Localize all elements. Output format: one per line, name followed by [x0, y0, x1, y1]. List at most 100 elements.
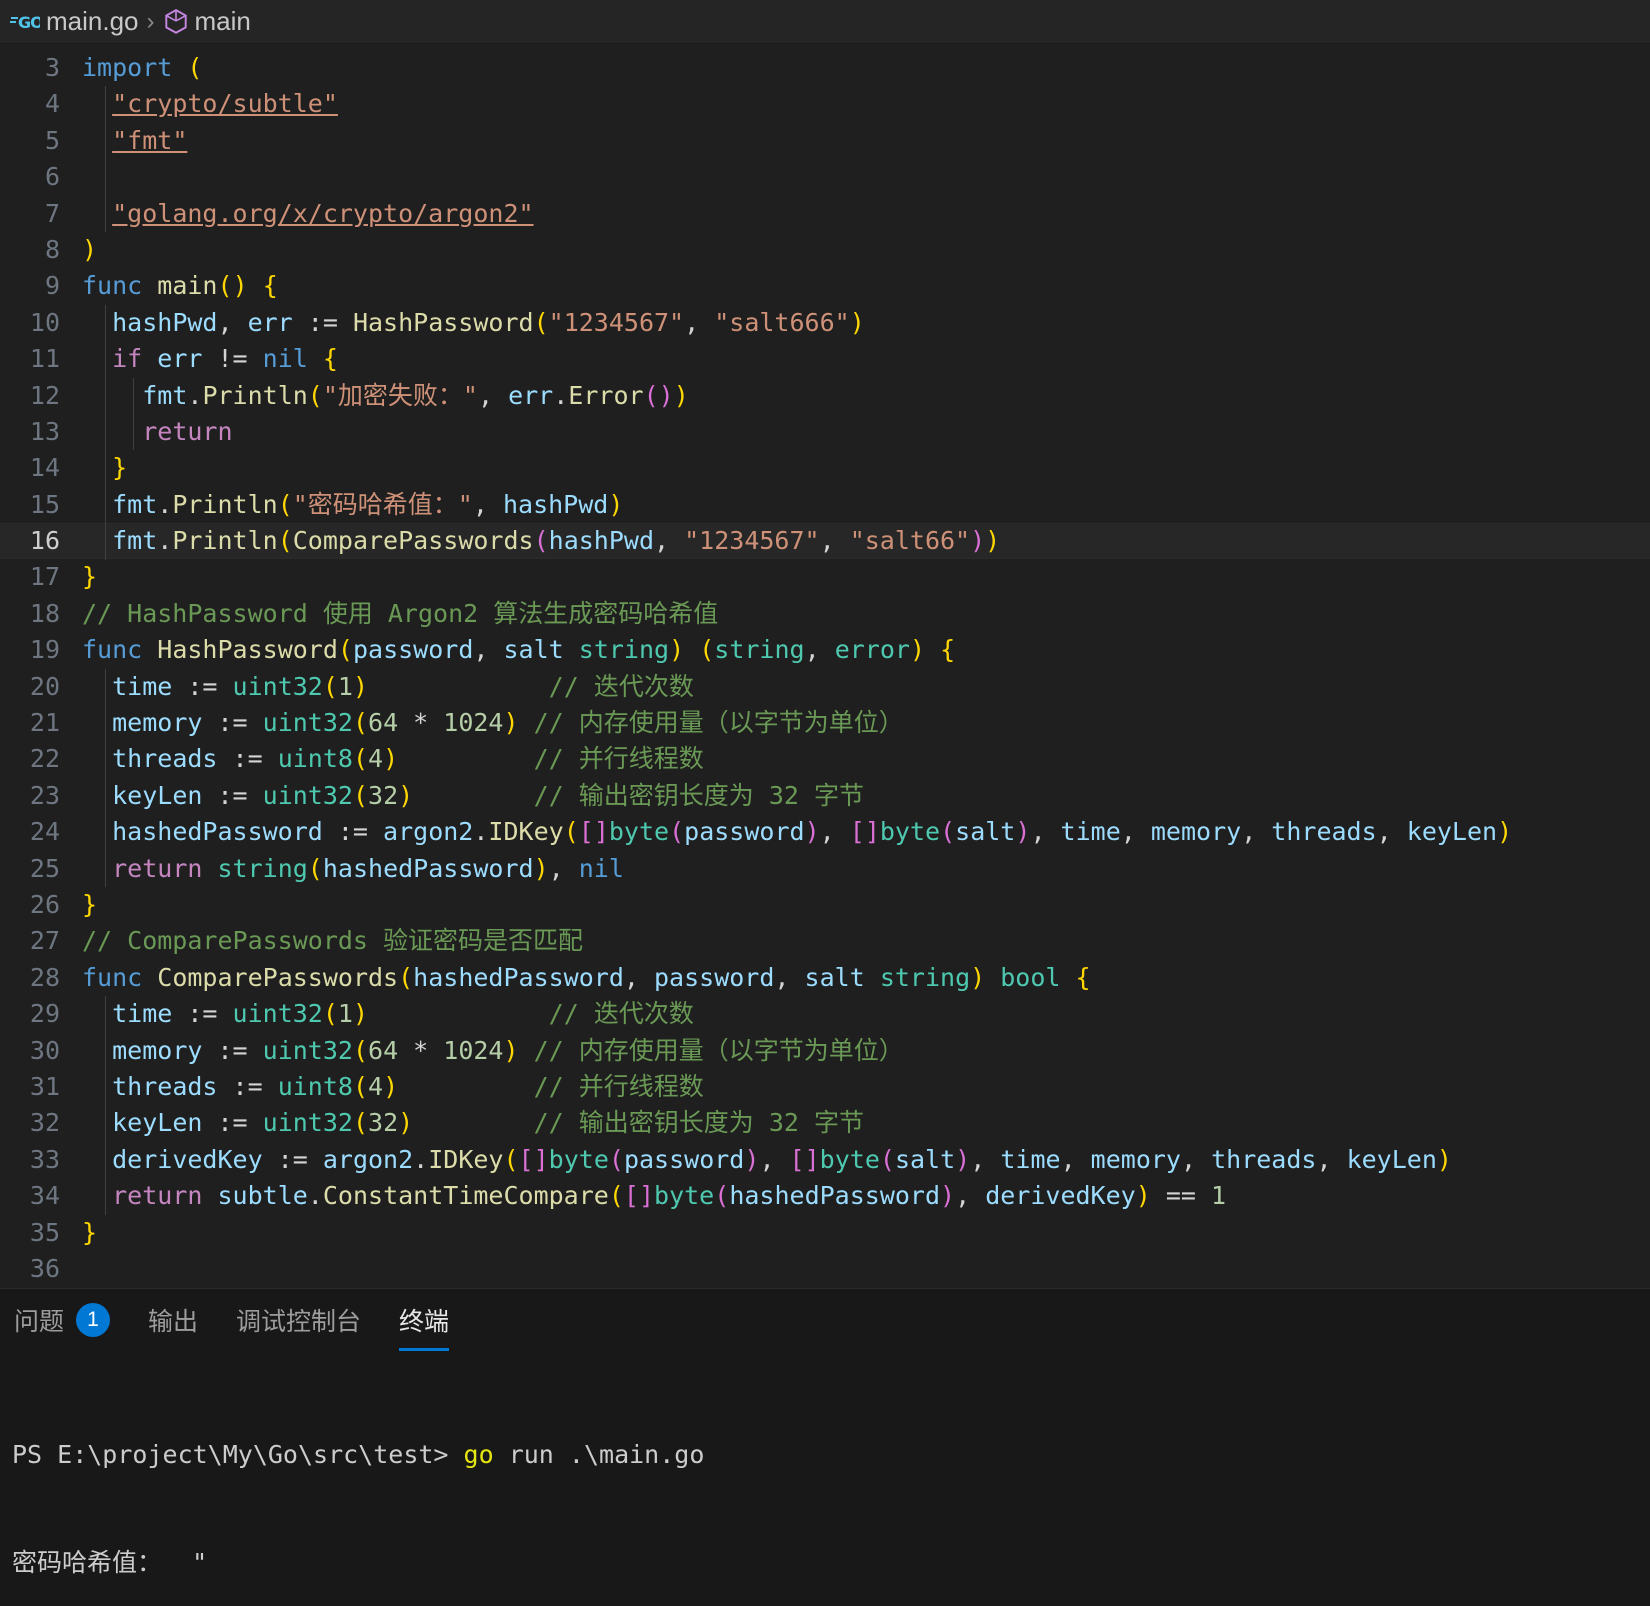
code-line[interactable]: 7 "golang.org/x/crypto/argon2" — [0, 196, 1650, 232]
code-line[interactable]: 3 import ( — [0, 50, 1650, 86]
code-line[interactable]: 25 return string(hashedPassword), nil — [0, 851, 1650, 887]
code-line[interactable]: 34 return subtle.ConstantTimeCompare([]b… — [0, 1178, 1650, 1214]
line-content: keyLen := uint32(32) // 输出密钥长度为 32 字节 — [112, 780, 864, 810]
terminal-out-line-1: 密码哈希值： " — [12, 1548, 208, 1577]
line-content: "golang.org/x/crypto/argon2" — [112, 198, 534, 228]
line-content: keyLen := uint32(32) // 输出密钥长度为 32 字节 — [112, 1108, 864, 1138]
panel-tab-2[interactable]: 调试控制台 — [236, 1289, 361, 1351]
code-line[interactable]: 16 fmt.Println(ComparePasswords(hashPwd,… — [0, 523, 1650, 560]
line-content: // HashPassword 使用 Argon2 算法生成密码哈希值 — [82, 598, 719, 628]
panel-tab-label: 输出 — [148, 1308, 199, 1336]
breadcrumb-file[interactable]: main.go — [46, 6, 139, 37]
line-number: 20 — [29, 671, 60, 701]
panel-tab-label: 问题 — [14, 1308, 65, 1336]
line-number: 28 — [29, 962, 60, 992]
go-file-icon: GO — [10, 11, 40, 33]
code-line[interactable]: 29 time := uint32(1) // 迭代次数 — [0, 996, 1650, 1032]
problems-count-badge: 1 — [76, 1303, 111, 1337]
code-line[interactable]: 28 func ComparePasswords(hashedPassword, … — [0, 960, 1650, 996]
symbol-namespace-icon — [163, 8, 189, 36]
svg-text:GO: GO — [18, 13, 40, 32]
line-number: 22 — [29, 744, 60, 774]
indent-guide — [105, 86, 106, 232]
line-content: memory := uint32(64 * 1024) // 内存使用量（以字节… — [112, 708, 904, 738]
line-number: 17 — [29, 562, 60, 592]
code-line[interactable]: 10 hashPwd, err := HashPassword("1234567… — [0, 305, 1650, 341]
code-line[interactable]: 26} — [0, 887, 1650, 923]
line-number: 32 — [29, 1108, 60, 1138]
code-line[interactable]: 35} — [0, 1215, 1650, 1251]
breadcrumb: GO main.go › main — [0, 0, 1650, 44]
line-content: time := uint32(1) // 迭代次数 — [112, 999, 694, 1029]
line-number: 9 — [44, 271, 60, 301]
line-number: 14 — [29, 453, 60, 483]
line-content: import ( — [82, 53, 203, 82]
code-line[interactable]: 17} — [0, 559, 1650, 595]
line-content: return subtle.ConstantTimeCompare([]byte… — [112, 1181, 1227, 1211]
code-line[interactable]: 4 "crypto/subtle" — [0, 86, 1650, 122]
line-content: derivedKey := argon2.IDKey([]byte(passwo… — [112, 1144, 1452, 1174]
panel-tab-label: 调试控制台 — [236, 1308, 362, 1336]
code-line[interactable]: 11 if err != nil { — [0, 341, 1650, 377]
panel-tab-0[interactable]: 问题 1 — [14, 1289, 111, 1351]
line-content: // ComparePasswords 验证密码是否匹配 — [82, 926, 584, 956]
code-line[interactable]: 23 keyLen := uint32(32) // 输出密钥长度为 32 字节 — [0, 778, 1650, 814]
code-editor[interactable]: 3 import (4 "crypto/subtle" 5 "fmt" 6 7 "gol… — [0, 44, 1650, 1288]
panel-tab-3[interactable]: 终端 — [399, 1289, 450, 1351]
code-line[interactable]: 36 — [0, 1251, 1650, 1287]
code-line[interactable]: 12 fmt.Println("加密失败：", err.Error()) — [0, 378, 1650, 414]
code-line[interactable]: 13 return — [0, 414, 1650, 450]
line-number: 21 — [29, 708, 60, 738]
line-number: 4 — [44, 89, 60, 119]
panel-tab-label: 终端 — [399, 1308, 450, 1336]
code-line[interactable]: 6 — [0, 159, 1650, 195]
code-line[interactable]: 5 "fmt" — [0, 123, 1650, 159]
line-number: 19 — [29, 635, 60, 665]
code-line[interactable]: 9 func main() { — [0, 268, 1650, 304]
line-content: fmt.Println(ComparePasswords(hashPwd, "1… — [112, 526, 1001, 556]
line-number: 36 — [29, 1253, 60, 1283]
code-line[interactable]: 24 hashedPassword := argon2.IDKey([]byte… — [0, 814, 1650, 850]
terminal-output[interactable]: PS E:\project\My\Go\src\test> go run .\m… — [0, 1351, 1650, 1606]
code-line[interactable]: 18 // HashPassword 使用 Argon2 算法生成密码哈希值 — [0, 596, 1650, 632]
code-line[interactable]: 15 fmt.Println("密码哈希值：", hashPwd) — [0, 487, 1650, 523]
panel-tab-bar: 问题 1 输出 调试控制台 终端 — [0, 1289, 1650, 1351]
code-line[interactable]: 21 memory := uint32(64 * 1024) // 内存使用量（… — [0, 705, 1650, 741]
line-content: time := uint32(1) // 迭代次数 — [112, 671, 694, 701]
code-line[interactable]: 19 func HashPassword(password, salt strin… — [0, 632, 1650, 668]
line-number: 15 — [29, 489, 60, 519]
line-content: hashedPassword := argon2.IDKey([]byte(pa… — [112, 817, 1513, 847]
line-content: } — [82, 889, 98, 919]
line-number: 6 — [44, 162, 60, 192]
code-lines-container: 3 import (4 "crypto/subtle" 5 "fmt" 6 7 "gol… — [0, 50, 1650, 1287]
code-line[interactable]: 27 // ComparePasswords 验证密码是否匹配 — [0, 923, 1650, 959]
code-line[interactable]: 22 threads := uint8(4) // 并行线程数 — [0, 741, 1650, 777]
code-line[interactable]: 20 time := uint32(1) // 迭代次数 — [0, 669, 1650, 705]
line-number: 31 — [29, 1071, 60, 1101]
code-line[interactable]: 33 derivedKey := argon2.IDKey([]byte(pas… — [0, 1142, 1650, 1178]
line-number: 26 — [29, 889, 60, 919]
code-line[interactable]: 31 threads := uint8(4) // 并行线程数 — [0, 1069, 1650, 1105]
code-line[interactable]: 14 } — [0, 450, 1650, 486]
line-number: 13 — [29, 416, 60, 446]
line-content: func main() { — [82, 271, 278, 301]
line-content: } — [82, 562, 98, 592]
terminal-prompt: PS E:\project\My\Go\src\test> — [12, 1440, 464, 1469]
code-line[interactable]: 8) — [0, 232, 1650, 268]
breadcrumb-symbol[interactable]: main — [195, 6, 251, 37]
terminal-command-keyword: go — [463, 1440, 494, 1469]
line-number: 12 — [29, 380, 60, 410]
line-number: 8 — [44, 234, 60, 264]
line-content: memory := uint32(64 * 1024) // 内存使用量（以字节… — [112, 1035, 904, 1065]
line-content: "crypto/subtle" — [112, 89, 338, 119]
line-content: threads := uint8(4) // 并行线程数 — [112, 744, 704, 774]
chevron-right-icon: › — [146, 7, 155, 35]
line-content: "fmt" — [112, 125, 188, 155]
code-line[interactable]: 30 memory := uint32(64 * 1024) // 内存使用量（… — [0, 1033, 1650, 1069]
line-number: 10 — [29, 307, 60, 337]
line-number: 29 — [29, 999, 60, 1029]
line-number: 7 — [44, 198, 60, 228]
panel-tab-1[interactable]: 输出 — [148, 1289, 198, 1351]
line-content: ) — [82, 234, 98, 264]
code-line[interactable]: 32 keyLen := uint32(32) // 输出密钥长度为 32 字节 — [0, 1105, 1650, 1141]
